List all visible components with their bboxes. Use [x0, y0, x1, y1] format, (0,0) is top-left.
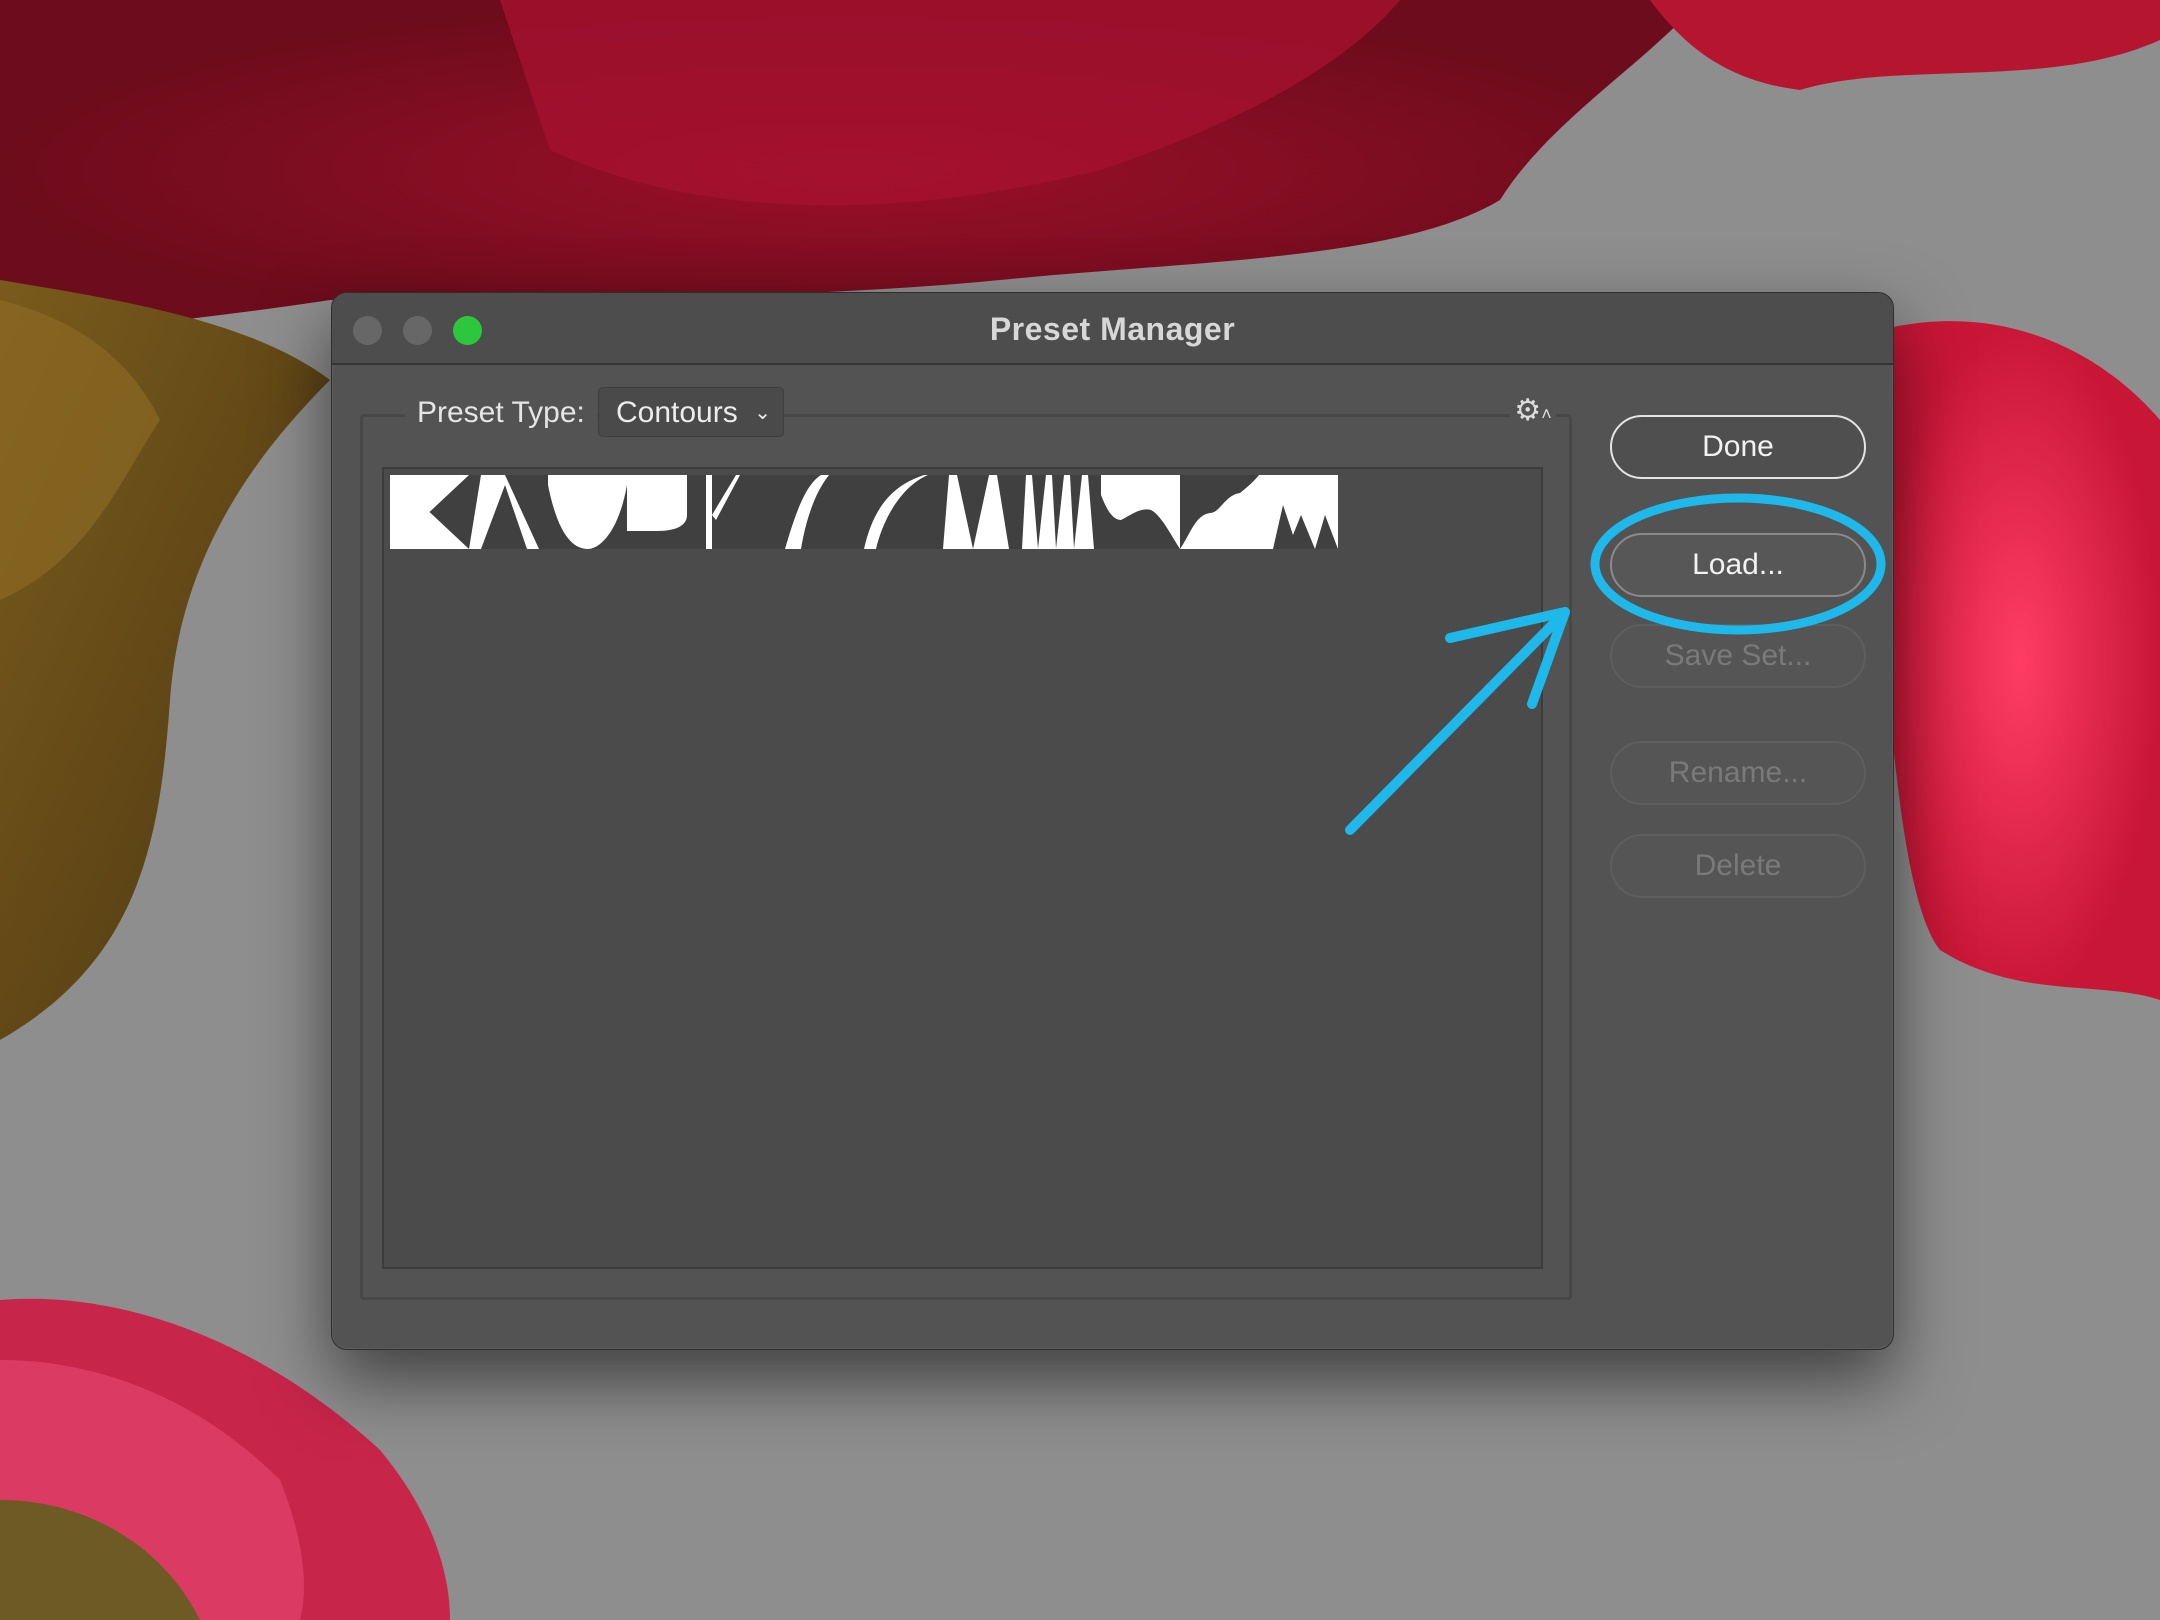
preset-type-value: Contours — [616, 396, 738, 429]
contour-preset-half-round[interactable] — [627, 475, 706, 549]
window-title: Preset Manager — [989, 311, 1236, 347]
contour-preset-cone[interactable] — [469, 475, 548, 549]
delete-button[interactable]: Delete — [1610, 834, 1866, 898]
preset-type-select[interactable]: Contours ⌄ — [598, 387, 784, 437]
contour-preset-cove-deep[interactable] — [548, 475, 627, 549]
title-bar: Preset Manager — [332, 293, 1893, 365]
gear-icon[interactable]: ⚙˄ — [1510, 393, 1556, 429]
preset-type-label: Preset Type: — [405, 396, 597, 430]
rename-button[interactable]: Rename... — [1610, 741, 1866, 805]
contour-thumbnails — [390, 475, 1338, 549]
save-set-button[interactable]: Save Set... — [1610, 624, 1866, 688]
contour-preset-ring[interactable] — [706, 475, 785, 549]
done-button[interactable]: Done — [1610, 415, 1866, 479]
preset-list[interactable] — [382, 467, 1543, 1269]
chevron-down-icon: ⌄ — [754, 402, 771, 424]
contour-preset-linear[interactable] — [390, 475, 469, 549]
contour-preset-cove-shallow[interactable] — [1180, 475, 1259, 549]
preset-manager-dialog: Preset Manager Preset Type: Contours ⌄ ⚙… — [331, 292, 1894, 1350]
contour-preset-peaks[interactable] — [1259, 475, 1338, 549]
load-button[interactable]: Load... — [1610, 533, 1866, 597]
contour-preset-sawtooth[interactable] — [864, 475, 943, 549]
contour-preset-gaussian[interactable] — [943, 475, 1022, 549]
contour-preset-rounded-steps[interactable] — [785, 475, 864, 549]
contour-preset-rolling-slope[interactable] — [1101, 475, 1180, 549]
contour-preset-ring-double[interactable] — [1022, 475, 1101, 549]
